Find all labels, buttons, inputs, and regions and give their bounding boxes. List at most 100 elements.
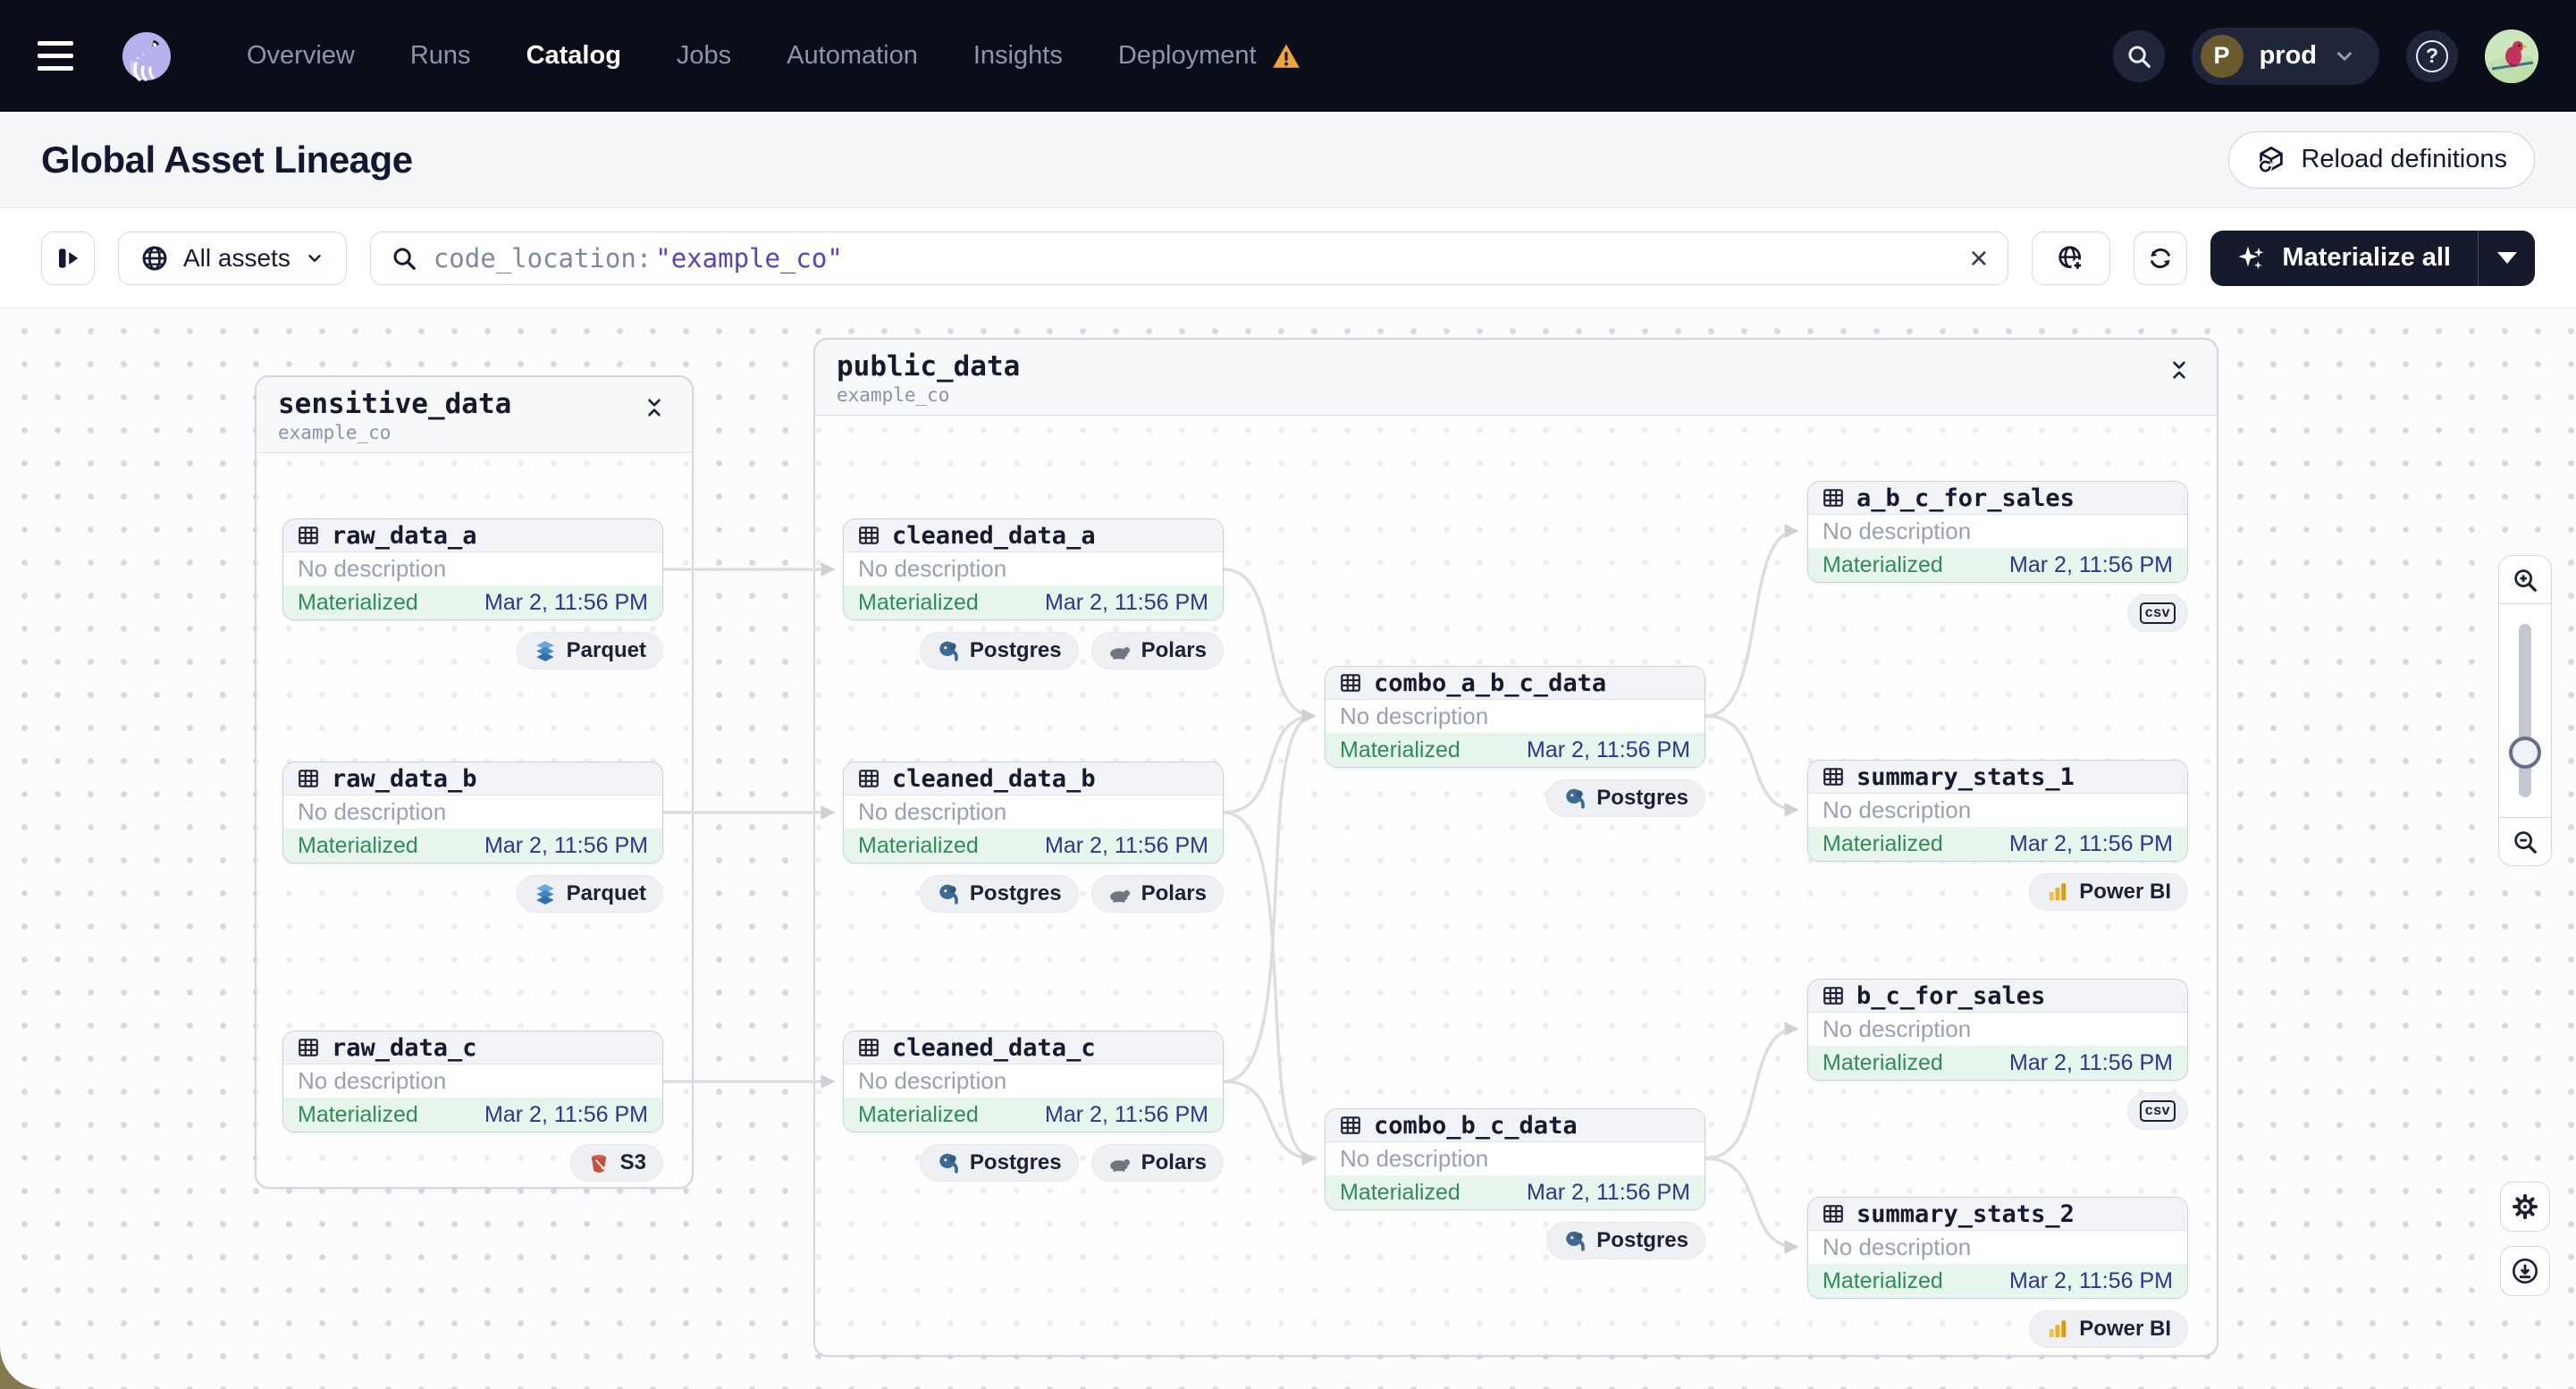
open-sidebar-button[interactable] <box>41 231 95 285</box>
asset-description: No description <box>1326 700 1705 733</box>
asset-node-a_b_c_for_sales[interactable]: a_b_c_for_sales No description Materiali… <box>1807 481 2188 583</box>
materialize-all-button[interactable]: Materialize all <box>2210 231 2478 286</box>
reload-definitions-button[interactable]: Reload definitions <box>2228 130 2535 189</box>
asset-node-summary_stats_2[interactable]: summary_stats_2 No description Materiali… <box>1807 1197 2188 1299</box>
asset-tags: S3 <box>282 1144 663 1182</box>
help-button[interactable]: ? <box>2406 29 2458 82</box>
clear-search-button[interactable]: × <box>1969 241 1988 274</box>
tag-postgres[interactable]: Postgres <box>1546 779 1705 817</box>
collapse-group-button[interactable] <box>2163 354 2195 386</box>
asset-scope-dropdown[interactable]: All assets <box>118 231 347 285</box>
globe-icon <box>140 244 169 273</box>
asset-node-cleaned_data_b[interactable]: cleaned_data_b No description Materializ… <box>843 762 1224 863</box>
add-to-catalog-view-button[interactable] <box>2032 231 2111 285</box>
table-icon <box>857 767 880 790</box>
tag-polars[interactable]: Polars <box>1090 1144 1224 1182</box>
asset-node-b_c_for_sales[interactable]: b_c_for_sales No description Materialize… <box>1807 979 2188 1081</box>
nav-item-deployment[interactable]: Deployment <box>1118 41 1301 72</box>
chevron-down-icon <box>2333 45 2356 68</box>
postgres-icon <box>937 1151 960 1174</box>
nav-item-runs[interactable]: Runs <box>410 41 471 71</box>
materialize-options-button[interactable] <box>2478 230 2535 286</box>
tag-parquet[interactable]: Parquet <box>516 632 663 669</box>
page-title: Global Asset Lineage <box>41 138 413 181</box>
powerbi-icon <box>2046 1317 2069 1341</box>
asset-name: a_b_c_for_sales <box>1856 484 2075 512</box>
postgres-icon <box>1563 787 1587 810</box>
asset-tags: Postgres Polars <box>843 875 1224 913</box>
search-value-term: "example_co" <box>655 242 843 274</box>
asset-node-summary_stats_1[interactable]: summary_stats_1 No description Materiali… <box>1807 760 2188 862</box>
search-button[interactable] <box>2112 29 2165 82</box>
asset-node-cleaned_data_a[interactable]: cleaned_data_a No description Materializ… <box>843 518 1224 620</box>
help-icon: ? <box>2416 39 2448 72</box>
asset-search-input[interactable]: code_location: "example_co" × <box>369 231 2009 285</box>
tag-powerbi[interactable]: Power BI <box>2029 1310 2188 1348</box>
materialization-time: Mar 2, 11:56 PM <box>484 1101 648 1127</box>
nav-item-jobs[interactable]: Jobs <box>677 41 731 71</box>
lineage-settings-button[interactable] <box>2500 1182 2550 1232</box>
menu-icon[interactable] <box>38 28 95 85</box>
tag-postgres[interactable]: Postgres <box>919 1144 1079 1182</box>
postgres-icon <box>937 882 960 905</box>
materialization-time: Mar 2, 11:56 PM <box>1527 1179 1690 1205</box>
asset-node-raw_data_b[interactable]: raw_data_b No description Materialized Ma… <box>282 762 663 863</box>
nav-item-automation[interactable]: Automation <box>787 41 918 71</box>
tag-postgres[interactable]: Postgres <box>919 632 1079 669</box>
tag-csv[interactable]: csv <box>2126 594 2188 632</box>
tag-powerbi[interactable]: Power BI <box>2029 873 2188 911</box>
asset-description: No description <box>283 1065 662 1098</box>
tag-s3[interactable]: S3 <box>569 1144 663 1182</box>
asset-node-combo_b_c_data[interactable]: combo_b_c_data No description Materializ… <box>1325 1108 1705 1210</box>
tag-polars[interactable]: Polars <box>1090 632 1224 669</box>
table-icon <box>857 524 880 547</box>
asset-name: cleaned_data_a <box>892 521 1096 550</box>
zoom-slider-handle[interactable] <box>2509 737 2541 769</box>
top-nav: Overview Runs Catalog Jobs Automation In… <box>0 0 2576 112</box>
asset-tags: Power BI <box>1807 1310 2188 1348</box>
table-icon <box>1339 671 1362 694</box>
nav-item-insights[interactable]: Insights <box>973 41 1063 71</box>
asset-name: raw_data_a <box>332 521 477 550</box>
table-icon <box>1822 765 1845 788</box>
refresh-icon <box>2147 245 2174 272</box>
chevron-down-icon <box>305 248 324 268</box>
tag-postgres[interactable]: Postgres <box>1546 1222 1705 1259</box>
asset-name: cleaned_data_c <box>892 1033 1096 1062</box>
asset-tags: Postgres Polars <box>843 632 1224 669</box>
download-image-button[interactable] <box>2500 1246 2550 1296</box>
lineage-canvas[interactable]: sensitive_data example_co public_data ex… <box>0 307 2576 1389</box>
asset-tags: csv <box>1807 594 2188 632</box>
zoom-slider <box>2499 603 2551 818</box>
deployment-switcher[interactable]: P prod <box>2191 27 2379 85</box>
csv-icon: csv <box>2139 602 2176 624</box>
materialization-time: Mar 2, 11:56 PM <box>2009 1049 2173 1075</box>
asset-node-raw_data_c[interactable]: raw_data_c No description Materialized Ma… <box>282 1031 663 1132</box>
tag-polars[interactable]: Polars <box>1090 875 1224 913</box>
tag-postgres[interactable]: Postgres <box>919 875 1079 913</box>
materialization-time: Mar 2, 11:56 PM <box>484 832 648 858</box>
zoom-out-button[interactable] <box>2499 818 2551 865</box>
tag-parquet[interactable]: Parquet <box>516 875 663 913</box>
asset-name: cleaned_data_b <box>892 764 1096 793</box>
nav-item-catalog[interactable]: Catalog <box>526 41 621 71</box>
zoom-slider-track[interactable] <box>2519 624 2531 797</box>
user-avatar[interactable] <box>2485 29 2538 83</box>
refresh-button[interactable] <box>2134 231 2188 285</box>
zoom-in-button[interactable] <box>2499 556 2551 603</box>
asset-node-cleaned_data_c[interactable]: cleaned_data_c No description Materializ… <box>843 1031 1224 1132</box>
nav-item-overview[interactable]: Overview <box>247 41 355 71</box>
zoom-in-icon <box>2512 567 2538 593</box>
postgres-icon <box>937 639 960 662</box>
tag-csv[interactable]: csv <box>2126 1092 2188 1130</box>
collapse-icon <box>644 397 665 418</box>
table-icon <box>1822 486 1845 509</box>
group-header: sensitive_data example_co <box>257 377 692 454</box>
asset-node-raw_data_a[interactable]: raw_data_a No description Materialized Ma… <box>282 518 663 620</box>
status-badge: Materialized <box>858 589 979 615</box>
s3-icon <box>587 1151 610 1174</box>
collapse-group-button[interactable] <box>638 391 670 424</box>
search-icon <box>2126 43 2152 70</box>
asset-node-combo_a_b_c_data[interactable]: combo_a_b_c_data No description Material… <box>1325 666 1705 768</box>
dagster-logo[interactable] <box>118 28 175 85</box>
